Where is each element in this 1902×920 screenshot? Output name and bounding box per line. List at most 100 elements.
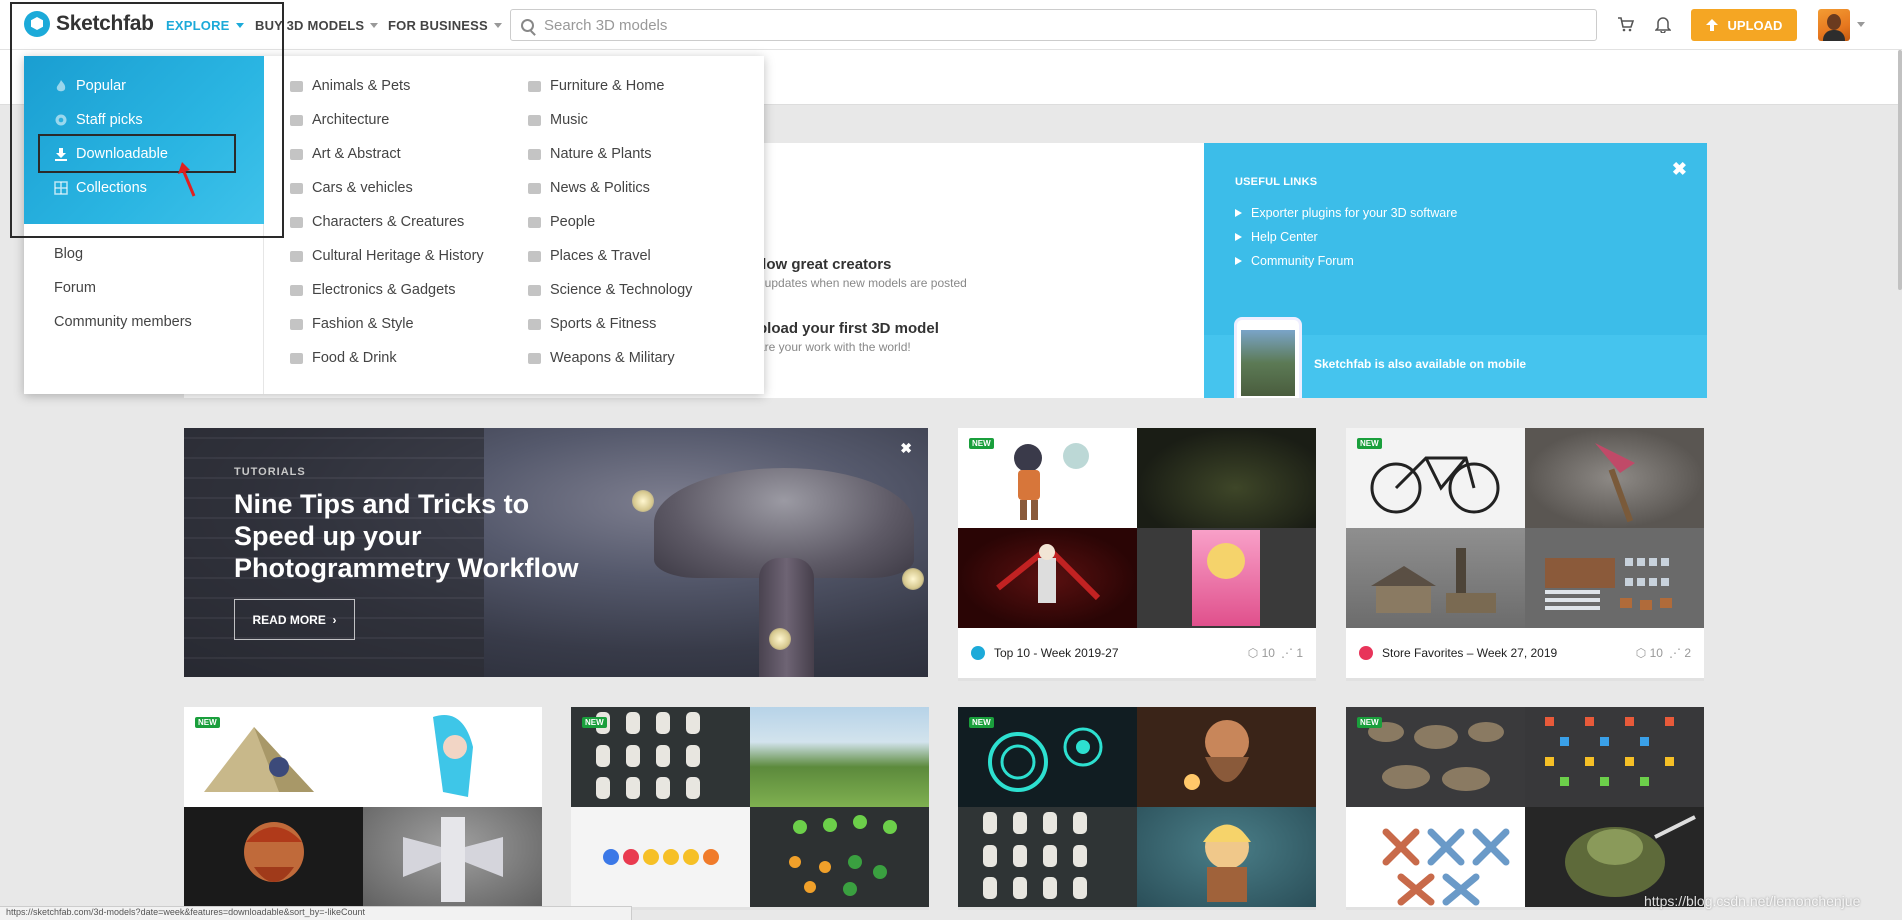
model-thumbnail[interactable]: NEW (184, 707, 363, 807)
category-fashion-style[interactable]: Fashion & Style (290, 316, 414, 332)
tutorial-banner[interactable]: TUTORIALS Nine Tips and Tricks to Speed … (184, 428, 928, 677)
model-thumbnail[interactable] (1525, 807, 1704, 907)
category-sports-fitness[interactable]: Sports & Fitness (528, 316, 656, 332)
search-input[interactable] (544, 16, 1444, 34)
model-thumbnail[interactable] (1137, 428, 1316, 528)
category-animals-pets[interactable]: Animals & Pets (290, 78, 410, 94)
category-news-politics[interactable]: News & Politics (528, 180, 650, 196)
search-bar[interactable] (510, 9, 1597, 41)
menu-item-staff-picks[interactable]: Staff picks (54, 112, 143, 128)
model-thumbnail[interactable] (958, 528, 1137, 628)
menu-item-blog[interactable]: Blog (54, 246, 83, 262)
model-thumbnail[interactable] (750, 707, 929, 807)
useful-link-exporter[interactable]: Exporter plugins for your 3D software (1235, 206, 1457, 220)
upload-first-model-item[interactable]: pload your first 3D model are your work … (758, 320, 939, 354)
useful-link-community-forum[interactable]: Community Forum (1235, 254, 1354, 268)
category-cars-vehicles[interactable]: Cars & vehicles (290, 180, 413, 196)
category-label: News & Politics (550, 180, 650, 196)
category-people[interactable]: People (528, 214, 595, 230)
menu-item-community-members[interactable]: Community members (54, 314, 192, 330)
model-thumbnail[interactable] (363, 807, 542, 907)
chevron-down-icon (370, 23, 379, 28)
useful-links-heading: USEFUL LINKS (1235, 176, 1318, 188)
page-scrollbar[interactable] (1898, 50, 1902, 290)
category-science-technology[interactable]: Science & Technology (528, 282, 692, 298)
category-electronics-gadgets[interactable]: Electronics & Gadgets (290, 282, 455, 298)
model-thumbnail[interactable] (750, 807, 929, 907)
collection-card-top10[interactable]: NEW Top 10 - Week 2019-27 ⬡ 10 ⋰ 1 (958, 428, 1316, 681)
category-nature-plants[interactable]: Nature & Plants (528, 146, 652, 162)
menu-item-label: Downloadable (76, 146, 168, 162)
category-label: Food & Drink (312, 350, 397, 366)
lamp-light (902, 568, 924, 590)
notifications-bell-icon[interactable] (1655, 15, 1671, 33)
close-icon[interactable]: ✖ (900, 440, 912, 457)
category-label: Sports & Fitness (550, 316, 657, 332)
collection-card[interactable]: NEW (958, 707, 1316, 910)
category-weapons-military[interactable]: Weapons & Military (528, 350, 675, 366)
new-badge: NEW (969, 717, 994, 728)
useful-link-help-center[interactable]: Help Center (1235, 230, 1318, 244)
follow-creators-title: llow great creators (758, 256, 892, 273)
model-thumbnail[interactable] (1137, 528, 1316, 628)
category-characters-creatures[interactable]: Characters & Creatures (290, 214, 464, 230)
nav-for-business[interactable]: FOR BUSINESS (388, 18, 502, 33)
model-thumbnail[interactable] (1137, 707, 1316, 807)
nav-buy-3d-models[interactable]: BUY 3D MODELS (255, 18, 379, 33)
model-thumbnail[interactable]: NEW (958, 707, 1137, 807)
follow-creators-item[interactable]: llow great creators t updates when new m… (758, 256, 967, 290)
upload-button[interactable]: UPLOAD (1691, 9, 1797, 41)
model-thumbnail[interactable] (363, 707, 542, 807)
lamp-light (769, 628, 791, 650)
model-thumbnail[interactable]: NEW (571, 707, 750, 807)
collection-card[interactable]: NEW (1346, 707, 1704, 910)
chevron-down-icon[interactable] (1857, 22, 1865, 27)
category-places-travel[interactable]: Places & Travel (528, 248, 651, 264)
menu-item-collections[interactable]: Collections (54, 180, 147, 196)
model-thumbnail[interactable] (1525, 428, 1704, 528)
category-food-drink[interactable]: Food & Drink (290, 350, 397, 366)
likes-count: ⋰ 2 (1668, 646, 1691, 660)
category-art-abstract[interactable]: Art & Abstract (290, 146, 401, 162)
model-thumbnail[interactable] (1346, 807, 1525, 907)
model-thumbnail[interactable]: NEW (958, 428, 1137, 528)
model-thumbnail[interactable] (958, 807, 1137, 907)
new-badge: NEW (1357, 717, 1382, 728)
sketchfab-logo[interactable]: Sketchfab (24, 11, 154, 37)
category-cultural-heritage[interactable]: Cultural Heritage & History (290, 248, 484, 264)
globe-icon (528, 250, 541, 262)
collection-title[interactable]: Top 10 - Week 2019-27 (994, 646, 1242, 660)
collection-title[interactable]: Store Favorites – Week 27, 2019 (1382, 646, 1630, 660)
model-thumbnail[interactable] (1525, 707, 1704, 807)
sketchfab-logo-icon (24, 11, 50, 37)
model-thumbnail[interactable] (184, 807, 363, 907)
model-thumbnail[interactable] (1346, 528, 1525, 628)
menu-item-popular[interactable]: Popular (54, 78, 126, 94)
model-thumbnail[interactable] (571, 807, 750, 907)
collection-card[interactable]: NEW (571, 707, 929, 910)
cart-icon[interactable] (1617, 16, 1634, 32)
user-avatar[interactable] (1818, 9, 1850, 41)
category-label: Animals & Pets (312, 78, 411, 94)
useful-link-label: Community Forum (1251, 254, 1354, 268)
category-label: Characters & Creatures (312, 214, 465, 230)
category-architecture[interactable]: Architecture (290, 112, 389, 128)
menu-item-forum[interactable]: Forum (54, 280, 96, 296)
nav-explore[interactable]: EXPLORE (166, 18, 244, 33)
collection-card-store-favorites[interactable]: NEW Store Favorites – Week 27, 2019 ⬡ 10… (1346, 428, 1704, 681)
category-music[interactable]: Music (528, 112, 588, 128)
category-furniture-home[interactable]: Furniture & Home (528, 78, 664, 94)
category-label: Weapons & Military (550, 350, 675, 366)
brand-name: Sketchfab (56, 12, 154, 35)
read-more-button[interactable]: READ MORE › (234, 599, 355, 640)
menu-item-downloadable[interactable]: Downloadable (54, 146, 168, 162)
building-icon (290, 114, 303, 126)
model-thumbnail[interactable] (1525, 528, 1704, 628)
model-thumbnail[interactable] (1137, 807, 1316, 907)
model-thumbnail[interactable]: NEW (1346, 428, 1525, 528)
close-icon[interactable]: ✖ (1672, 159, 1687, 180)
models-count-value: 10 (1649, 646, 1663, 660)
mobile-promo-text[interactable]: Sketchfab is also available on mobile (1314, 357, 1526, 371)
model-thumbnail[interactable]: NEW (1346, 707, 1525, 807)
collection-card[interactable]: NEW (184, 707, 542, 910)
